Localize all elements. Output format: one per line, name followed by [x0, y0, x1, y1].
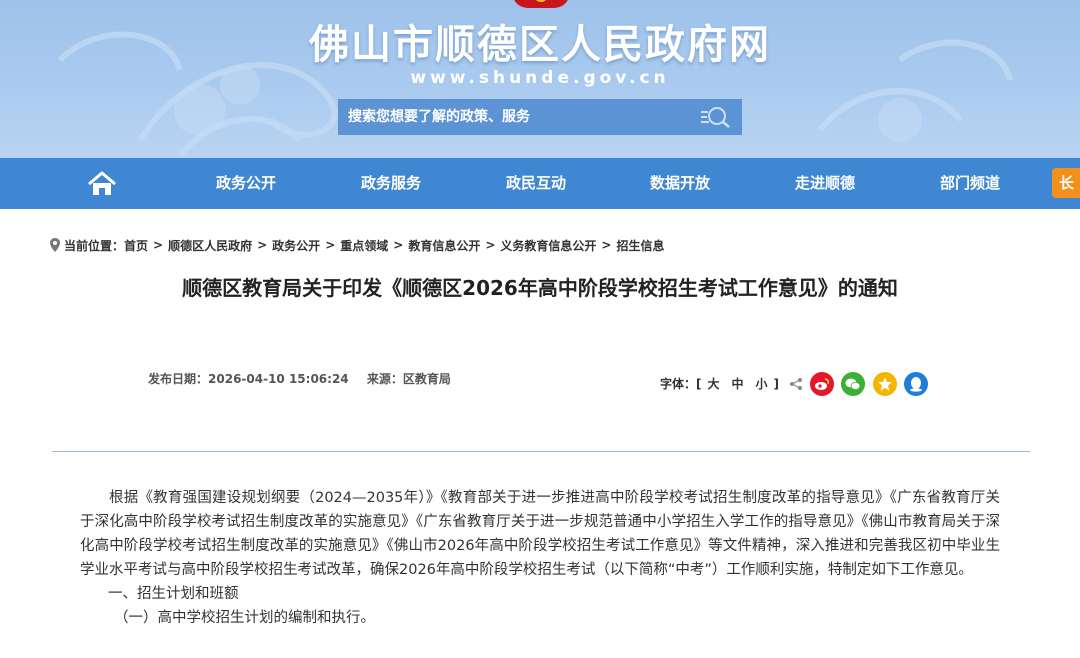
search-input[interactable] — [338, 99, 690, 135]
breadcrumb-education-info[interactable]: 教育信息公开 — [408, 237, 480, 254]
section-heading: 一、招生计划和班额 — [108, 586, 239, 602]
breadcrumb: 当前位置： 首页 > 顺德区人民政府 > 政务公开 > 重点领域 > 教育信息公… — [50, 236, 665, 254]
breadcrumb-key-areas[interactable]: 重点领域 — [340, 237, 388, 254]
share-icon[interactable] — [789, 377, 803, 391]
weibo-icon — [815, 378, 830, 390]
search-bar — [338, 99, 742, 135]
breadcrumb-separator: > — [257, 238, 268, 252]
font-size-medium[interactable]: 中 — [732, 375, 744, 392]
favorite-star-icon — [878, 377, 892, 391]
qq-icon — [910, 377, 922, 392]
breadcrumb-separator: > — [325, 238, 336, 252]
breadcrumb-home[interactable]: 首页 — [124, 237, 148, 254]
font-size-switcher: 字体：[ 大 中 小 ] — [660, 375, 803, 392]
side-tab-button[interactable]: 长 — [1052, 168, 1080, 198]
share-favorite-button[interactable] — [873, 372, 897, 396]
subsection-heading: （一）高中学校招生计划的编制和执行。 — [114, 610, 375, 626]
nav-item-zhengwu-gongkai[interactable]: 政务公开 — [216, 158, 276, 209]
nav-item-zhengwu-fuwu[interactable]: 政务服务 — [361, 158, 421, 209]
article-paragraph: 根据《教育强国建设规划纲要（2024—2035年）》《教育部关于进一步推进高中阶… — [80, 490, 1000, 578]
breadcrumb-separator: > — [393, 238, 404, 252]
breadcrumb-separator: > — [153, 238, 164, 252]
wechat-icon — [845, 378, 861, 390]
main-nav: 政务公开 政务服务 政民互动 数据开放 走进顺德 部门频道 — [0, 158, 1080, 209]
article-title: 顺德区教育局关于印发《顺德区2026年高中阶段学校招生考试工作意见》的通知 — [182, 276, 898, 300]
search-button[interactable] — [690, 99, 742, 135]
share-qq-button[interactable] — [904, 372, 928, 396]
location-pin-icon — [50, 238, 60, 252]
publish-date-value: 2026-04-10 15:06:24 — [208, 372, 349, 386]
breadcrumb-separator: > — [485, 238, 496, 252]
site-title: 佛山市顺德区人民政府网 — [309, 22, 771, 68]
nav-item-zoujin-shunde[interactable]: 走进顺德 — [795, 158, 855, 209]
breadcrumb-prefix: 当前位置： — [64, 238, 125, 253]
article-meta: 发布日期：2026-04-10 15:06:24 来源：区教育局 — [148, 370, 465, 387]
breadcrumb-district-gov[interactable]: 顺德区人民政府 — [168, 237, 252, 254]
article-body: 根据《教育强国建设规划纲要（2024—2035年）》《教育部关于进一步推进高中阶… — [80, 486, 1000, 630]
publish-date: 发布日期：2026-04-10 15:06:24 — [148, 372, 349, 386]
nav-home[interactable] — [86, 171, 118, 197]
content-divider — [52, 451, 1030, 452]
breadcrumb-compulsory-edu[interactable]: 义务教育信息公开 — [500, 237, 596, 254]
font-size-small[interactable]: 小 — [756, 375, 768, 392]
search-icon — [701, 107, 730, 128]
font-size-large[interactable]: 大 — [708, 375, 720, 392]
source-value: 区教育局 — [402, 372, 451, 386]
home-icon — [88, 171, 116, 195]
publish-date-label: 发布日期： — [148, 372, 209, 386]
share-weibo-button[interactable] — [810, 372, 834, 396]
breadcrumb-separator: > — [601, 238, 612, 252]
nav-item-shuju-kaifang[interactable]: 数据开放 — [650, 158, 710, 209]
nav-item-zhengmin-hudong[interactable]: 政民互动 — [506, 158, 566, 209]
font-size-close-bracket: ] — [773, 376, 780, 391]
share-wechat-button[interactable] — [841, 372, 865, 396]
site-url: www.shunde.gov.cn — [410, 68, 670, 88]
source-label: 来源： — [366, 372, 403, 386]
font-size-label: 字体：[ — [660, 377, 702, 391]
nav-item-bumen-pindao[interactable]: 部门频道 — [940, 158, 1000, 209]
article-source: 来源：区教育局 — [367, 372, 451, 386]
header-banner: 佛山市顺德区人民政府网 www.shunde.gov.cn — [0, 0, 1080, 158]
breadcrumb-enrollment[interactable]: 招生信息 — [616, 237, 664, 254]
breadcrumb-gov-affairs[interactable]: 政务公开 — [272, 237, 320, 254]
